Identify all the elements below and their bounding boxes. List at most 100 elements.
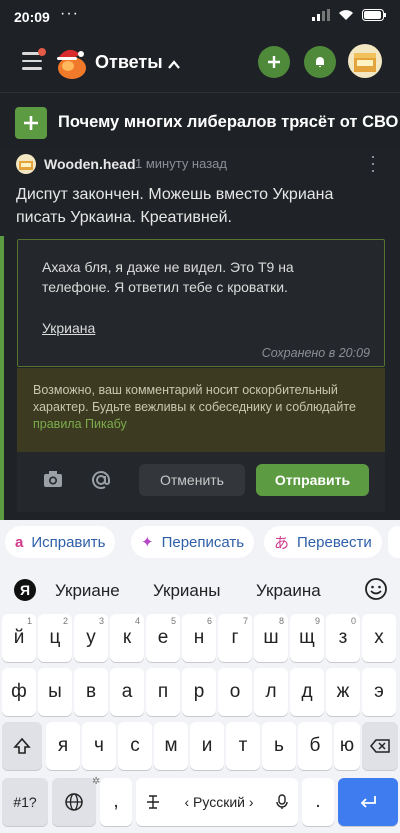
key[interactable]: ч bbox=[82, 722, 116, 770]
key[interactable]: я bbox=[46, 722, 80, 770]
key[interactable]: щ9 bbox=[290, 614, 324, 662]
reply-text[interactable]: Ахаха бля, я даже не видел. Это Т9 на те… bbox=[42, 257, 362, 297]
key[interactable]: ф bbox=[2, 668, 36, 716]
shift-icon bbox=[13, 737, 31, 754]
key[interactable]: х bbox=[362, 614, 396, 662]
signal-icon bbox=[312, 9, 330, 21]
key[interactable]: ь bbox=[262, 722, 296, 770]
enter-icon bbox=[360, 796, 376, 808]
comment: Wooden.head 1 минуту назад · · · Диспут за… bbox=[0, 147, 400, 520]
key[interactable]: д bbox=[290, 668, 324, 716]
notifications-button[interactable] bbox=[304, 46, 336, 78]
globe-icon bbox=[65, 793, 83, 811]
translate-chip[interactable]: あ Перевести bbox=[264, 526, 382, 558]
key[interactable]: ю bbox=[334, 722, 360, 770]
key[interactable]: й1 bbox=[2, 614, 36, 662]
key[interactable]: з0 bbox=[326, 614, 360, 662]
enter-key[interactable] bbox=[338, 778, 398, 826]
space-key[interactable]: ‹ Русский › bbox=[136, 778, 298, 826]
chevron-up-icon[interactable] bbox=[167, 58, 181, 72]
key[interactable]: м bbox=[154, 722, 188, 770]
symbols-key[interactable]: #1? bbox=[2, 778, 48, 826]
key[interactable]: ш8 bbox=[254, 614, 288, 662]
comment-thread-line[interactable] bbox=[0, 236, 4, 520]
key[interactable]: л bbox=[254, 668, 288, 716]
plus-icon bbox=[24, 116, 38, 130]
key[interactable]: ы bbox=[38, 668, 72, 716]
key[interactable]: ж bbox=[326, 668, 360, 716]
more-options-icon[interactable]: · · · bbox=[368, 147, 378, 179]
fix-chip[interactable]: a Исправить bbox=[5, 526, 116, 558]
rewrite-chip-label: Переписать bbox=[161, 533, 245, 551]
key[interactable]: с bbox=[118, 722, 152, 770]
reply-toolbar: Отменить Отправить bbox=[17, 452, 385, 512]
translate-icon: あ bbox=[274, 534, 290, 552]
key[interactable]: а bbox=[110, 668, 144, 716]
ai-suggestion-chips: a Исправить ✦ Переписать あ Перевести bbox=[0, 520, 400, 564]
battery-icon bbox=[362, 9, 386, 21]
fix-chip-label: Исправить bbox=[31, 533, 106, 551]
mention-icon[interactable] bbox=[91, 470, 111, 490]
post-title[interactable]: Почему многих либералов трясёт от СВО bbox=[58, 113, 398, 132]
key[interactable]: н6 bbox=[182, 614, 216, 662]
reply-misspelled-word[interactable]: Укриана bbox=[42, 320, 95, 336]
status-time: 20:09 bbox=[14, 9, 50, 25]
key[interactable]: б bbox=[298, 722, 332, 770]
suggestion-2[interactable]: Укрианы bbox=[153, 581, 221, 601]
backspace-key[interactable] bbox=[362, 722, 398, 770]
camera-icon[interactable] bbox=[43, 470, 63, 488]
comment-text: Диспут закончен. Можешь вместо Укриана п… bbox=[16, 186, 334, 226]
suggestion-1[interactable]: Укриане bbox=[55, 581, 120, 601]
send-button[interactable]: Отправить bbox=[256, 464, 369, 496]
comment-author-avatar[interactable] bbox=[16, 154, 36, 174]
word-suggestions: Я Укриане Укрианы Украина bbox=[0, 572, 400, 608]
key[interactable]: и bbox=[190, 722, 224, 770]
cancel-button[interactable]: Отменить bbox=[139, 464, 245, 496]
reply-input[interactable]: Ахаха бля, я даже не видел. Это Т9 на те… bbox=[17, 239, 385, 367]
more-chip[interactable] bbox=[388, 526, 400, 558]
key[interactable]: к4 bbox=[110, 614, 144, 662]
plus-icon bbox=[268, 56, 280, 68]
translate-chip-label: Перевести bbox=[297, 533, 372, 551]
page-title[interactable]: Ответы bbox=[95, 52, 163, 73]
key[interactable]: р bbox=[182, 668, 216, 716]
language-key[interactable]: ✲ bbox=[52, 776, 100, 826]
rules-link[interactable]: правила Пикабу bbox=[33, 417, 127, 431]
key[interactable]: о bbox=[218, 668, 252, 716]
rewrite-chip[interactable]: ✦ Переписать bbox=[131, 526, 255, 558]
fix-icon: a bbox=[15, 533, 24, 551]
period-key[interactable]: . bbox=[302, 778, 334, 826]
emoji-icon[interactable] bbox=[364, 577, 388, 601]
shift-key[interactable] bbox=[2, 722, 42, 770]
notification-dot bbox=[38, 48, 46, 56]
comment-author[interactable]: Wooden.head bbox=[44, 156, 136, 172]
user-avatar[interactable] bbox=[348, 44, 382, 78]
comma-key[interactable]: , bbox=[100, 778, 132, 826]
status-icons bbox=[312, 9, 386, 21]
microphone-icon bbox=[276, 794, 288, 809]
key[interactable]: е5 bbox=[146, 614, 180, 662]
wifi-icon bbox=[339, 10, 353, 20]
space-label: ‹ Русский › bbox=[184, 794, 254, 810]
key[interactable]: т bbox=[226, 722, 260, 770]
key[interactable]: ц2 bbox=[38, 614, 72, 662]
yandex-logo-icon[interactable]: Я bbox=[14, 579, 36, 601]
key[interactable]: у3 bbox=[74, 614, 108, 662]
key[interactable]: в bbox=[74, 668, 108, 716]
backspace-icon bbox=[370, 739, 390, 753]
warning-text: Возможно, ваш комментарий носит оскорбит… bbox=[33, 383, 356, 414]
app-header: Ответы bbox=[0, 36, 400, 92]
post-title-bar[interactable]: Почему многих либералов трясёт от СВО bbox=[0, 92, 400, 150]
key[interactable]: г7 bbox=[218, 614, 252, 662]
add-post-button[interactable] bbox=[258, 46, 290, 78]
sparkle-icon: ✦ bbox=[141, 534, 154, 551]
pikabu-logo-icon[interactable] bbox=[52, 44, 90, 82]
bell-icon bbox=[316, 57, 324, 67]
suggestion-3[interactable]: Украина bbox=[256, 581, 321, 601]
cursor-move-icon bbox=[147, 795, 159, 809]
key[interactable]: п bbox=[146, 668, 180, 716]
keyboard: a Исправить ✦ Переписать あ Перевести Я У… bbox=[0, 520, 400, 833]
notification-dots: ··· bbox=[60, 5, 79, 22]
expand-post-button[interactable] bbox=[15, 107, 47, 139]
key[interactable]: э bbox=[362, 668, 396, 716]
